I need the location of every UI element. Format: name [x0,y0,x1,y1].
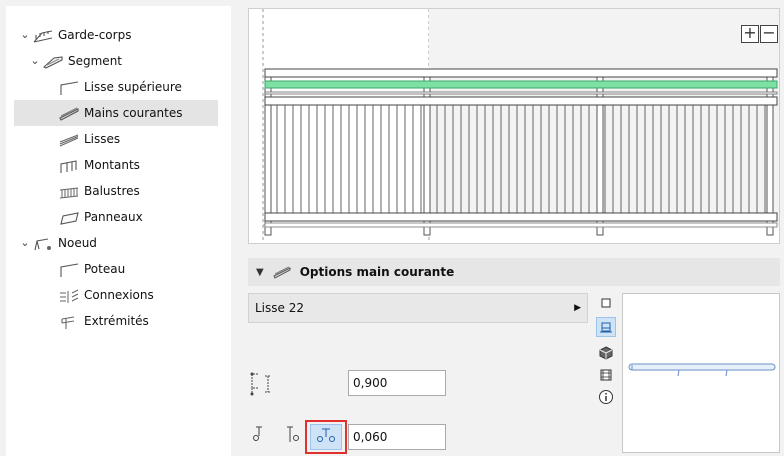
railing-preview[interactable]: + − [248,8,780,244]
profile-select[interactable]: Lisse 22 ▶ [248,293,588,323]
profile-preview [622,293,780,453]
offset-field[interactable]: 0,060 [348,424,446,450]
options-section-header[interactable]: ▼ Options main courante [248,258,780,286]
offset-right-icon[interactable] [310,424,342,450]
plan-view-icon[interactable] [596,293,616,313]
post-icon [58,261,80,277]
material-icon[interactable] [596,365,616,385]
tree-item-lisse-superieure[interactable]: Lisse supérieure [58,74,218,100]
posts-icon [58,157,80,173]
railing-icon [32,27,54,43]
handrail-highlighted-shape [264,80,778,89]
tree-item-label: Panneaux [84,210,143,224]
tree-item-connexions[interactable]: Connexions [58,282,218,308]
tree-panel: ⌄ Garde-corps ⌄ Segment Lisse supérieure… [6,6,231,456]
tree-item-label: Poteau [84,262,126,276]
rails-icon [58,131,80,147]
node-icon [32,235,54,251]
base-strip [264,222,778,228]
chevron-down-icon[interactable]: ⌄ [28,48,42,74]
tree-item-montants[interactable]: Montants [58,152,218,178]
tree-item-label: Segment [68,54,122,68]
zoom-out-button[interactable]: − [760,25,778,43]
tree-item-extremites[interactable]: Extrémités [58,308,218,334]
tree-item-balustres[interactable]: Balustres [58,178,218,204]
offset-left-icon[interactable] [250,424,268,449]
tree-item-garde-corps[interactable]: ⌄ Garde-corps [18,22,218,48]
tree-item-lisses[interactable]: Lisses [58,126,218,152]
tree-item-mains-courantes[interactable]: Mains courantes [14,100,218,126]
railing-elevation-drawing [262,9,779,243]
ends-icon [58,313,80,329]
tree-item-label: Mains courantes [84,106,183,120]
options-title: Options main courante [299,265,455,279]
3d-view-icon[interactable] [596,343,616,363]
section-view-icon[interactable] [596,317,616,337]
connections-icon [58,287,80,303]
handrail-icon [58,105,80,121]
segment-icon [42,53,64,69]
tree-item-label: Balustres [84,184,140,198]
tree-item-label: Garde-corps [58,28,132,42]
handrail-icon [272,265,292,279]
tree-item-segment[interactable]: ⌄ Segment [28,48,218,74]
collapse-triangle-icon[interactable]: ▼ [256,267,264,278]
zoom-in-button[interactable]: + [741,25,759,43]
tree-item-label: Noeud [58,236,97,250]
height-icon [248,370,276,403]
tree-item-label: Lisse supérieure [84,80,182,94]
tree-item-label: Lisses [84,132,121,146]
caret-right-icon: ▶ [574,303,581,313]
tree-item-label: Extrémités [84,314,149,328]
info-icon[interactable] [596,387,616,407]
tree-item-panneaux[interactable]: Panneaux [58,204,218,230]
top-rail-shape [264,68,778,78]
chevron-down-icon[interactable]: ⌄ [18,22,32,48]
chevron-down-icon[interactable]: ⌄ [18,230,32,256]
offset-center-icon[interactable] [284,424,302,449]
profile-select-value: Lisse 22 [255,301,304,315]
profile-drawing [628,363,776,377]
tree-item-noeud[interactable]: ⌄ Noeud [18,230,218,256]
height-field[interactable]: 0,900 [348,370,446,396]
top-rail-icon [58,79,80,95]
bottom-rail-shape [264,212,778,222]
panels-icon [58,209,80,225]
handrail-tick-strip [264,91,778,95]
tree-item-label: Montants [84,158,140,172]
tree-item-poteau[interactable]: Poteau [58,256,218,282]
tree-item-label: Connexions [84,288,154,302]
balusters-icon [58,183,80,199]
rail-shape [264,96,778,106]
main-panel: + − ▼ Options main courante Lisse 22 ▶ 0… [232,0,784,456]
